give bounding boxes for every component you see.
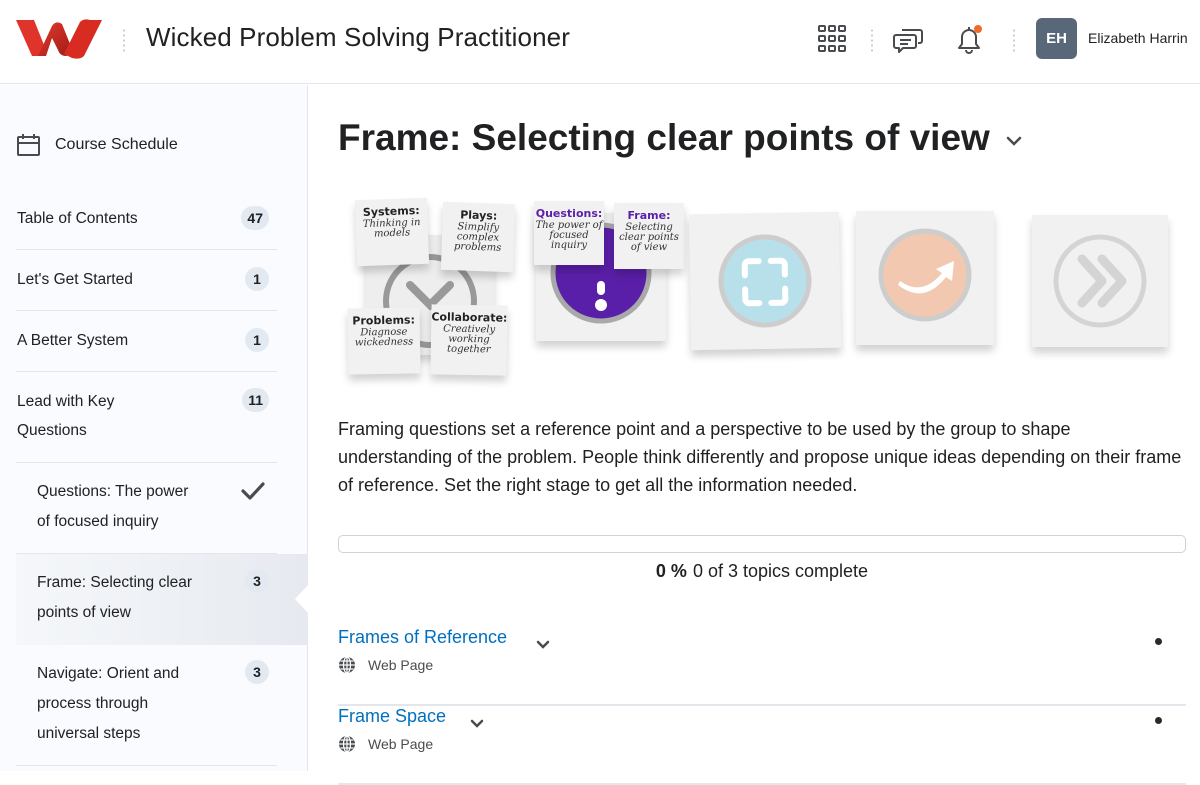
sidebar-item-label: Let's Get Started [17, 271, 133, 288]
sidebar-item-label: universal steps [37, 725, 141, 742]
top-header: Wicked Problem Solving Practitioner EH E… [0, 0, 1200, 84]
count-badge: 1 [245, 267, 269, 291]
header-divider [123, 28, 125, 54]
sidebar-item-label: process through [37, 695, 149, 712]
topic-type-label: Web Page [368, 657, 434, 673]
topic-type: Web Page [338, 656, 433, 674]
sticky-note-collaborate: Collaborate: Creatively working together [430, 304, 508, 376]
page-title: Frame: Selecting clear points of view [338, 117, 990, 158]
module-description: Framing questions set a reference point … [338, 419, 1182, 495]
unread-dot [1155, 638, 1162, 645]
topic-link[interactable]: Frames of Reference [338, 627, 507, 648]
course-navigation-sidebar: Course Schedule Table of Contents 47 Let… [0, 85, 309, 771]
sticky-note-plays: Plays: Simplify complex problems [440, 201, 516, 273]
progress-topics-count: 0 of 3 topics complete [692, 561, 869, 581]
sidebar-item-a-better-system[interactable]: A Better System 1 [16, 311, 277, 372]
calendar-icon [17, 134, 40, 156]
notification-dot [974, 25, 982, 33]
sidebar-item-table-of-contents[interactable]: Table of Contents 47 [16, 188, 277, 250]
sidebar-item-label: A Better System [17, 332, 129, 349]
course-schedule-label: Course Schedule [55, 136, 178, 153]
sidebar-item-label: of focused inquiry [37, 513, 159, 530]
sticky-note-frame: Frame: Selecting clear points of view [614, 203, 684, 269]
sidebar-item-label: points of view [37, 604, 131, 621]
progress-percent: 0 % [655, 561, 687, 581]
navigate-icon-note [856, 211, 994, 345]
topic-link[interactable]: Frame Space [338, 706, 446, 727]
globe-icon [339, 656, 355, 674]
sidebar-item-frame[interactable]: Frame: Selecting clear points of view 3 [16, 554, 309, 645]
chat-icon[interactable] [892, 22, 924, 56]
chevron-down-icon[interactable] [535, 639, 551, 651]
module-banner-image: Systems: Thinking in models Plays: Simpl… [338, 193, 1186, 393]
globe-icon [339, 735, 355, 753]
checkmark-icon [241, 482, 265, 500]
count-badge: 3 [245, 660, 269, 684]
topic-row: Frame Space Web Page [338, 706, 1186, 785]
user-avatar[interactable]: EH [1036, 18, 1077, 59]
count-badge: 3 [245, 569, 269, 593]
sidebar-item-label: Frame: Selecting clear [37, 574, 193, 591]
progress-bar [338, 535, 1186, 553]
next-icon-note [1032, 215, 1168, 347]
sidebar-item-lets-get-started[interactable]: Let's Get Started 1 [16, 250, 277, 311]
topic-type-label: Web Page [368, 736, 434, 752]
topic-row: Frames of Reference Web Page [338, 627, 1186, 706]
course-title[interactable]: Wicked Problem Solving Practitioner [146, 22, 570, 53]
header-divider [871, 28, 873, 54]
count-badge: 47 [241, 206, 269, 230]
sticky-note-questions: Questions: The power of focused inquiry [534, 201, 604, 265]
sidebar-item-lead-with-key-questions[interactable]: Lead with Key Questions 11 [16, 372, 277, 463]
header-divider [1013, 28, 1015, 54]
sidebar-item-label: Questions: The power [37, 483, 189, 500]
bell-icon[interactable] [953, 22, 985, 56]
sidebar-item-label: Lead with Key [17, 393, 115, 410]
course-schedule-link[interactable]: Course Schedule [16, 133, 178, 157]
unread-dot [1155, 717, 1162, 724]
wicked-w-logo[interactable] [14, 16, 104, 60]
topic-type: Web Page [338, 735, 433, 753]
sidebar-item-navigate[interactable]: Navigate: Orient and process through uni… [16, 645, 277, 766]
count-badge: 1 [245, 328, 269, 352]
progress-summary: 0 % 0 of 3 topics complete [338, 561, 1186, 582]
sidebar-item-label: Questions [17, 422, 87, 439]
sidebar-item-questions[interactable]: Questions: The power of focused inquiry [16, 463, 277, 554]
sidebar-item-label: Table of Contents [17, 210, 138, 227]
frame-icon-note [688, 211, 842, 351]
chevron-down-icon[interactable] [1006, 135, 1022, 147]
apps-grid-icon[interactable] [816, 22, 848, 56]
user-name[interactable]: Elizabeth Harrin [1088, 30, 1188, 46]
frame-corners-icon [718, 234, 812, 328]
count-badge: 11 [242, 388, 269, 412]
double-chevron-right-icon [1053, 234, 1147, 328]
curved-arrow-icon [878, 228, 972, 322]
sticky-note-problems: Problems: Diagnose wickedness [347, 307, 421, 375]
sticky-note-systems: Systems: Thinking in models [354, 197, 430, 267]
sidebar-item-label: Navigate: Orient and [37, 665, 180, 682]
chevron-down-icon[interactable] [469, 718, 485, 730]
active-item-indicator [295, 584, 309, 614]
